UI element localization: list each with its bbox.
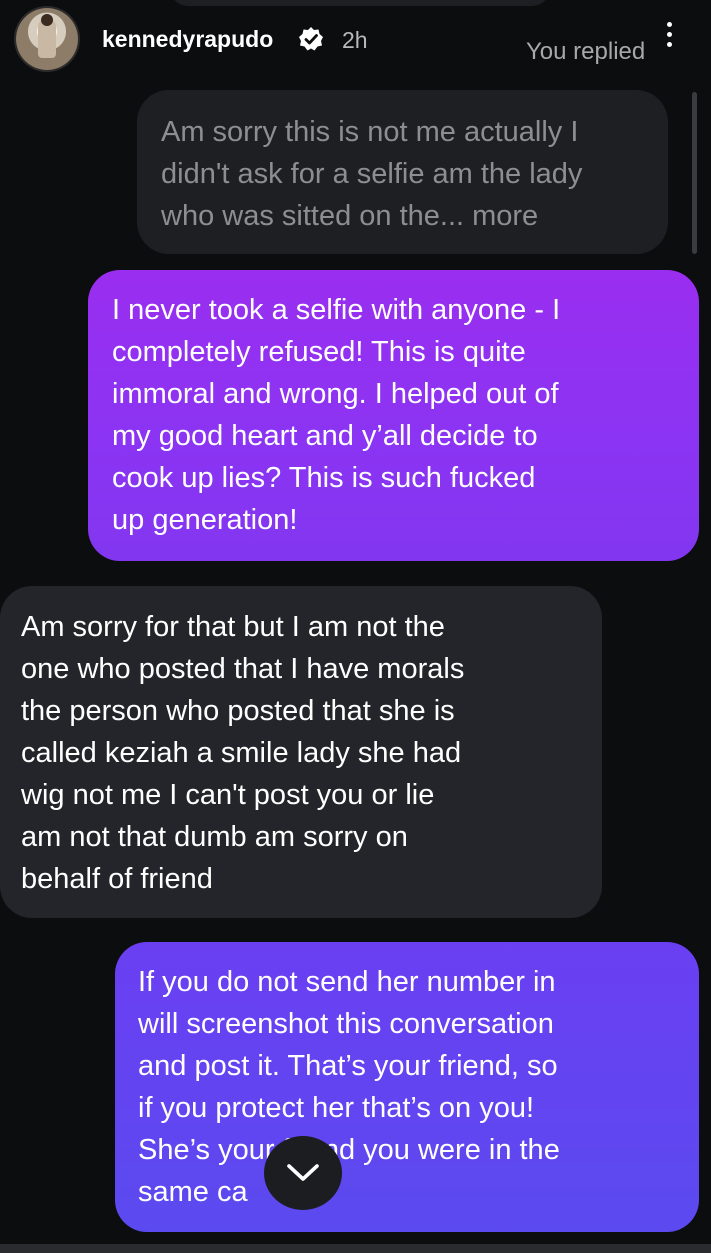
message-bubble-incoming[interactable]: Am sorry this is not me actually I didn'… xyxy=(137,90,668,254)
scrollbar[interactable] xyxy=(692,92,697,254)
message-bubble-incoming[interactable]: Am sorry for that but I am not the one w… xyxy=(0,586,602,918)
more-vertical-icon[interactable] xyxy=(664,22,674,58)
top-pill xyxy=(170,0,550,6)
scroll-to-bottom-button[interactable] xyxy=(264,1136,342,1210)
username[interactable]: kennedyrapudo xyxy=(102,26,273,53)
story-reply-header: kennedyrapudo 2h You replied xyxy=(0,0,711,80)
bottom-strip xyxy=(0,1244,711,1253)
message-bubble-outgoing[interactable]: If you do not send her number in will sc… xyxy=(115,942,699,1232)
message-bubble-outgoing[interactable]: I never took a selfie with anyone - I co… xyxy=(88,270,699,561)
reply-status: You replied xyxy=(526,38,646,65)
avatar-head xyxy=(41,14,53,26)
post-time: 2h xyxy=(342,27,368,53)
avatar[interactable] xyxy=(16,8,78,70)
verified-badge-icon xyxy=(299,27,323,51)
chevron-down-icon xyxy=(287,1164,319,1181)
